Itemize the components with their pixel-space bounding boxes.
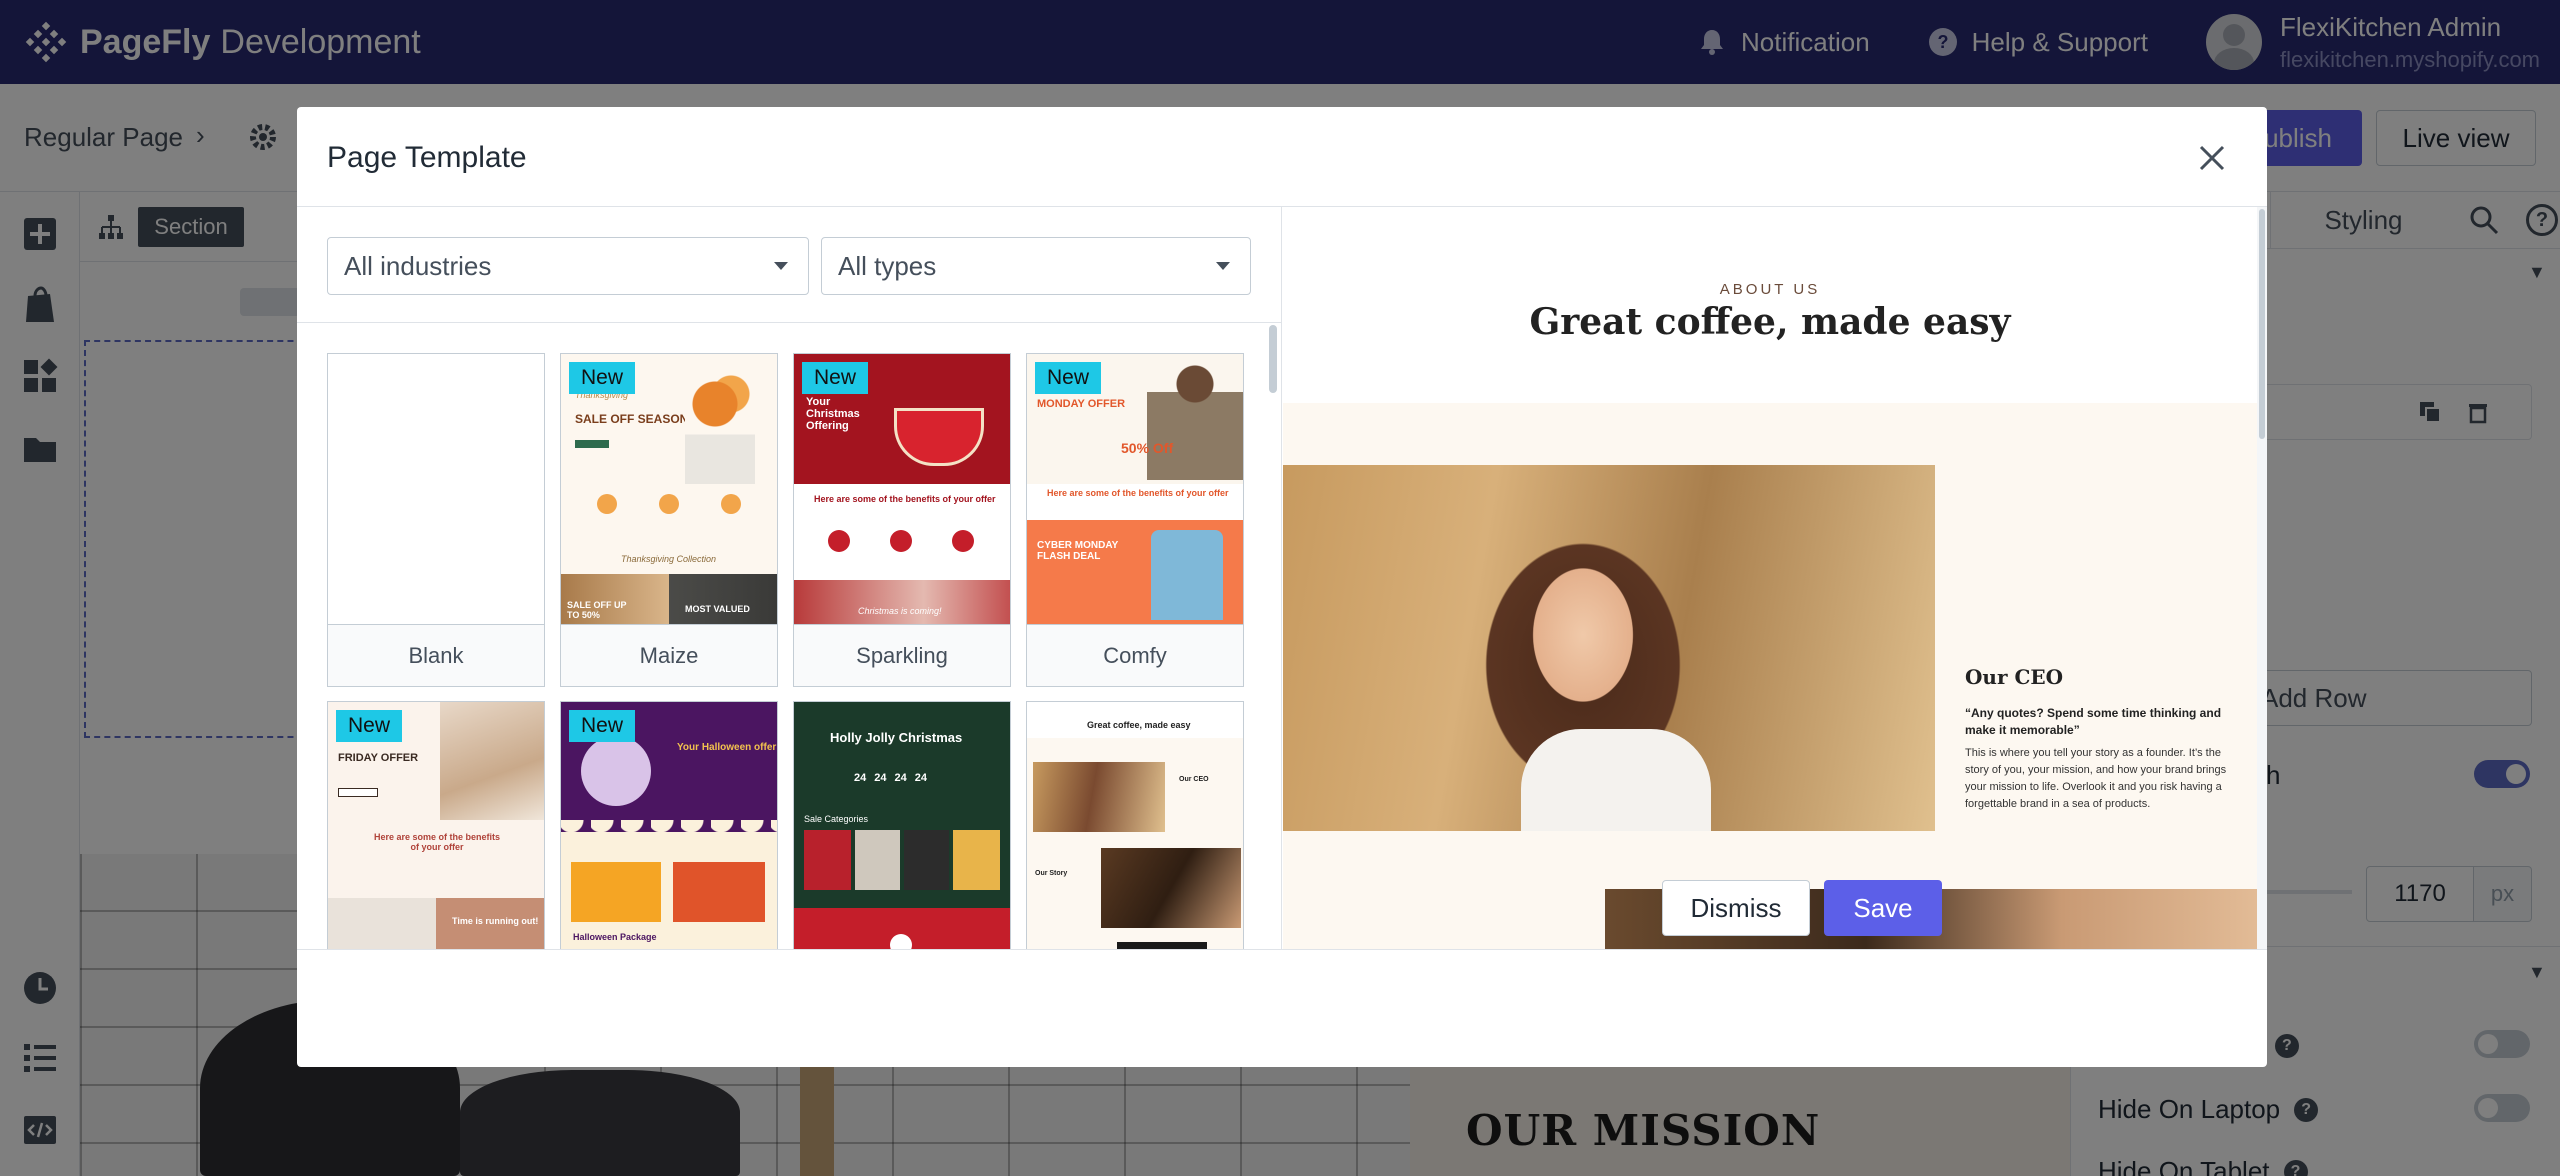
thumb-dot [828,530,850,552]
template-scrollbar-thumb[interactable] [1269,325,1277,393]
thumb-photo-shape [1033,762,1165,832]
thumb-shirt-shape [1151,530,1223,620]
industries-select[interactable]: All industries [327,237,809,295]
page-template-modal: Page Template All industries All types B… [297,107,2267,1067]
caret-down-icon [1216,262,1230,270]
thumb-text: Christmas is coming! [858,606,942,616]
template-scrollbar[interactable] [1267,323,1279,949]
preview-ceo-heading: Our CEO [1965,665,2064,689]
thumb-image-shape [794,580,1010,624]
thumb-button-shape [575,440,609,448]
new-badge: New [1035,362,1102,394]
thumb-text: Your Halloween offer [677,742,777,753]
thumb-model-shape [1147,354,1243,480]
thumb-dot [659,494,679,514]
thumb-dot [721,494,741,514]
template-thumbnail [328,354,544,624]
template-thumbnail: MONDAY OFFER 50% Off Here are some of th… [1027,354,1243,624]
thumb-text: SALE OFF SEASON [575,412,689,426]
template-thumbnail: Great coffee, made easy Our CEO Our Stor… [1027,702,1243,949]
template-thumbnail: Thanksgiving SALE OFF SEASON Thanksgivin… [561,354,777,624]
new-badge: New [569,362,636,394]
thumb-text: MOST VALUED [685,604,750,614]
preview-body: This is where you tell your story as a f… [1965,747,2227,810]
thumb-photo-shape [1101,848,1241,928]
thumb-text: MONDAY OFFER [1037,398,1126,410]
modal-header: Page Template [297,107,2267,207]
thumb-text: Holly Jolly Christmas [830,730,963,745]
template-name: Sparkling [794,624,1010,686]
thumb-text: Here are some of the benefits of your of… [1047,488,1229,498]
thumb-cupcake-shape [581,736,651,806]
template-thumbnail: Holly Jolly Christmas 24 24 24 24 Sale C… [794,702,1010,949]
template-grid: Blank Thanksgiving SALE OFF SEASON Thank… [327,353,1257,949]
thumb-text: Here are some of the benefits of your of… [814,494,996,504]
template-card-comfy[interactable]: MONDAY OFFER 50% Off Here are some of th… [1026,353,1244,687]
thumb-dot [952,530,974,552]
thumb-countdown: 24 24 24 24 [854,772,927,784]
thumb-products-shape [804,830,1000,890]
thumb-card-shape [673,862,765,922]
new-badge: New [336,710,403,742]
preview-title: Great coffee, made easy [1529,301,2011,343]
template-card-christmas[interactable]: Holly Jolly Christmas 24 24 24 24 Sale C… [793,701,1011,949]
thumb-text: CYBER MONDAY FLASH DEAL [1037,540,1119,562]
save-button[interactable]: Save [1824,880,1942,936]
play-icon [890,934,912,949]
countdown-seconds: 24 [914,772,927,784]
template-card-blank[interactable]: Blank [327,353,545,687]
thumb-text: Time is running out! [452,916,539,926]
thumb-photo-shape [1117,942,1207,949]
filter-bar: All industries All types [297,207,1282,323]
dismiss-button[interactable]: Dismiss [1662,880,1810,936]
preview-quote: “Any quotes? Spend some time thinking an… [1965,706,2222,737]
thumb-text: Here are some of the benefits of your of… [373,832,501,852]
template-name: Comfy [1027,624,1243,686]
template-card-coffee[interactable]: Great coffee, made easy Our CEO Our Stor… [1026,701,1244,949]
thumb-text: 50% Off [1121,440,1174,456]
close-icon[interactable] [2197,143,2227,173]
template-card-halloween[interactable]: Your Halloween offer Halloween Package N… [560,701,778,949]
thumb-dot [597,494,617,514]
thumb-text: Great coffee, made easy [1087,720,1191,730]
thumb-text: Our CEO [1179,776,1209,783]
thumb-text: Our Story [1035,870,1068,877]
preview-kicker: ABOUT US [1719,281,1821,298]
template-card-black-friday[interactable]: FRIDAY OFFER Here are some of the benefi… [327,701,545,949]
template-card-sparkling[interactable]: Your Christmas Offering Here are some of… [793,353,1011,687]
thumb-text: SALE OFF UP TO 50% [567,600,627,620]
thumb-text: Sale Categories [804,814,869,824]
thumb-flowers-shape [685,374,755,484]
thumb-button-shape [338,788,378,797]
preview-scrollbar-thumb[interactable] [2259,209,2265,439]
caret-down-icon [774,262,788,270]
industries-select-value: All industries [344,250,492,281]
countdown-days: 24 [854,772,867,784]
countdown-hours: 24 [874,772,887,784]
template-preview: ABOUT US Great coffee, made easy Our CEO… [1283,207,2267,949]
template-card-maize[interactable]: Thanksgiving SALE OFF SEASON Thanksgivin… [560,353,778,687]
new-badge: New [802,362,869,394]
thumb-text: Your Christmas Offering [806,396,860,432]
modal-title: Page Template [327,141,527,174]
types-select-value: All types [838,250,937,281]
template-name: Blank [328,624,544,686]
thumb-text: FRIDAY OFFER [338,752,419,764]
new-badge: New [569,710,636,742]
thumb-dot [890,530,912,552]
template-browser: All industries All types Blank Thanksgiv… [297,207,1282,949]
thumb-drip-shape [561,820,777,840]
types-select[interactable]: All types [821,237,1251,295]
modal-footer [297,949,2267,1067]
thumb-text: Thanksgiving Collection [621,554,717,564]
countdown-minutes: 24 [894,772,907,784]
thumb-text: Halloween Package [573,932,657,942]
template-thumbnail: Your Christmas Offering Here are some of… [794,354,1010,624]
thumb-model-shape [440,702,544,820]
preview-photo-detail [1521,729,1711,831]
thumb-card-shape [571,862,661,922]
template-name: Maize [561,624,777,686]
